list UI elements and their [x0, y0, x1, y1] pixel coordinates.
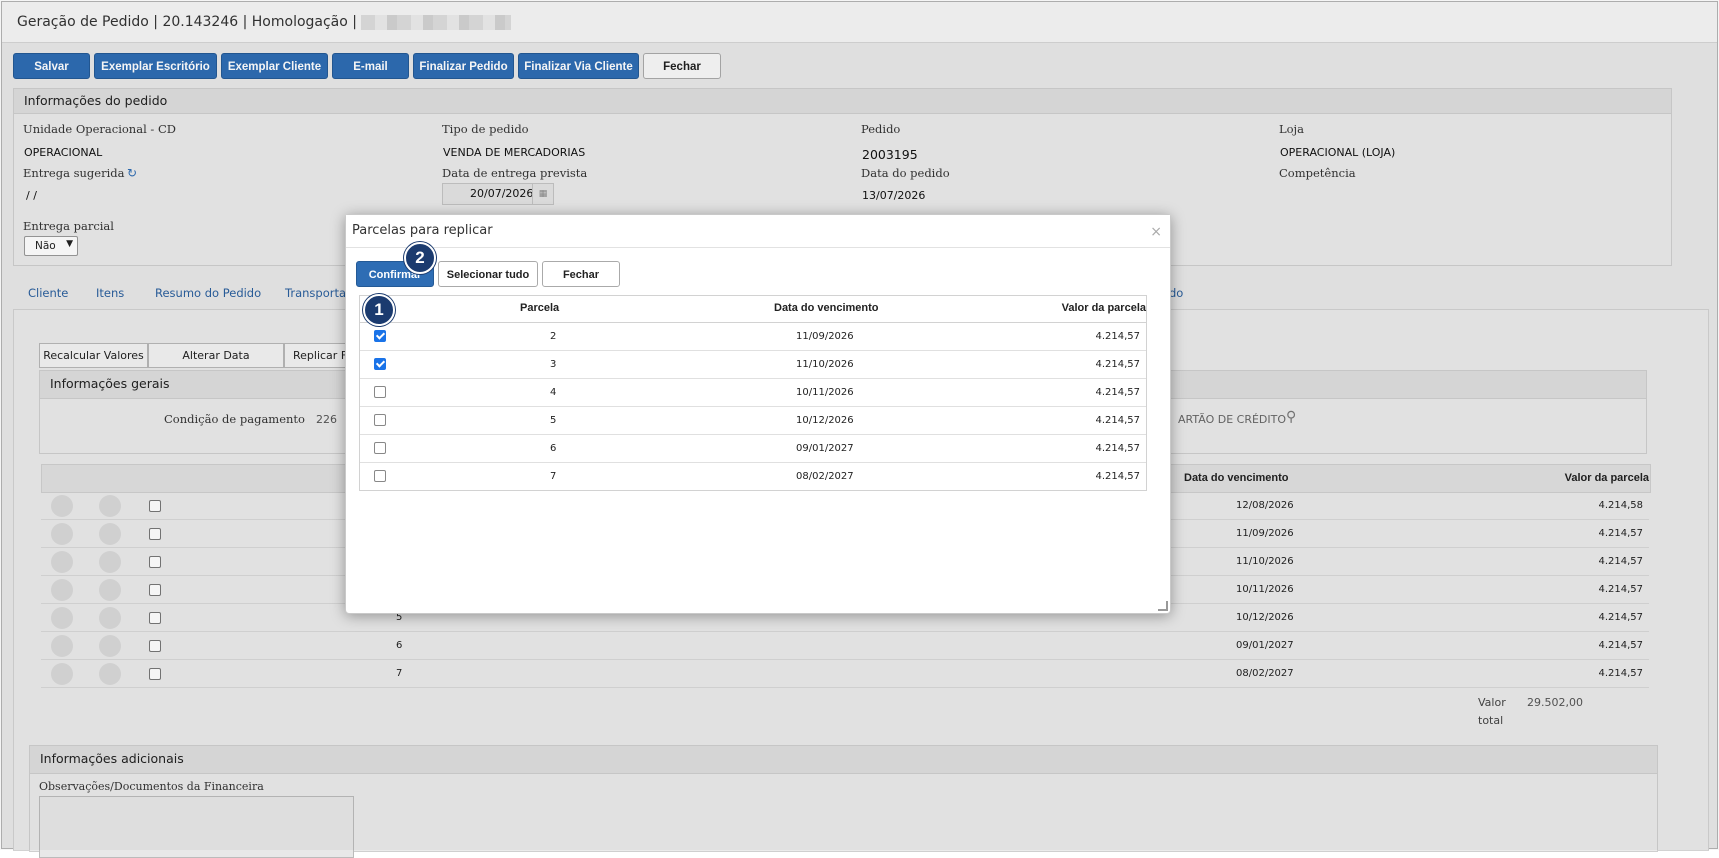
modal-row-parcela: 3	[550, 359, 557, 370]
modal-row: 7 08/02/2027 4.214,57	[360, 463, 1146, 490]
modal-row-data: 10/12/2026	[796, 415, 854, 426]
modal-installments-table: Parcela Data do vencimento Valor da parc…	[359, 295, 1147, 491]
modal-row-data: 09/01/2027	[796, 443, 854, 454]
modal-row-parcela: 2	[550, 331, 557, 342]
modal-row-data: 11/09/2026	[796, 331, 854, 342]
replicate-installments-modal: Parcelas para replicar × Confirmar Selec…	[345, 214, 1171, 614]
select-all-button[interactable]: Selecionar tudo	[438, 261, 538, 287]
modal-row: 6 09/01/2027 4.214,57	[360, 435, 1146, 463]
modal-row-valor: 4.214,57	[1095, 359, 1140, 370]
row-checkbox[interactable]	[374, 386, 386, 398]
modal-row-valor: 4.214,57	[1095, 471, 1140, 482]
row-checkbox[interactable]	[374, 330, 386, 342]
modal-row-data: 08/02/2027	[796, 471, 854, 482]
modal-row-data: 10/11/2026	[796, 387, 854, 398]
modal-row-valor: 4.214,57	[1095, 331, 1140, 342]
step-badge-1: 1	[363, 294, 395, 326]
modal-col-data: Data do vencimento	[774, 302, 879, 314]
modal-title: Parcelas para replicar	[352, 223, 493, 238]
modal-header: Parcelas para replicar ×	[346, 215, 1170, 248]
modal-row: 2 11/09/2026 4.214,57	[360, 323, 1146, 351]
modal-row-parcela: 4	[550, 387, 557, 398]
modal-col-valor: Valor da parcela	[1061, 302, 1146, 314]
modal-row: 5 10/12/2026 4.214,57	[360, 407, 1146, 435]
modal-row-valor: 4.214,57	[1095, 415, 1140, 426]
modal-row-valor: 4.214,57	[1095, 387, 1140, 398]
modal-row-parcela: 5	[550, 415, 557, 426]
modal-row-parcela: 7	[550, 471, 557, 482]
modal-row-data: 11/10/2026	[796, 359, 854, 370]
modal-row: 4 10/11/2026 4.214,57	[360, 379, 1146, 407]
row-checkbox[interactable]	[374, 442, 386, 454]
row-checkbox[interactable]	[374, 414, 386, 426]
row-checkbox[interactable]	[374, 358, 386, 370]
modal-close-button[interactable]: Fechar	[542, 261, 620, 287]
step-badge-2: 2	[404, 242, 436, 274]
resize-handle[interactable]	[1158, 601, 1168, 611]
row-checkbox[interactable]	[374, 470, 386, 482]
modal-row-valor: 4.214,57	[1095, 443, 1140, 454]
modal-row-parcela: 6	[550, 443, 557, 454]
modal-rows: 2 11/09/2026 4.214,57 3 11/10/2026 4.214,57 4 1…	[360, 323, 1146, 490]
modal-table-header: Parcela Data do vencimento Valor da parc…	[360, 296, 1146, 323]
modal-row: 3 11/10/2026 4.214,57	[360, 351, 1146, 379]
modal-col-parcela: Parcela	[520, 302, 560, 314]
close-icon[interactable]: ×	[1150, 224, 1162, 240]
